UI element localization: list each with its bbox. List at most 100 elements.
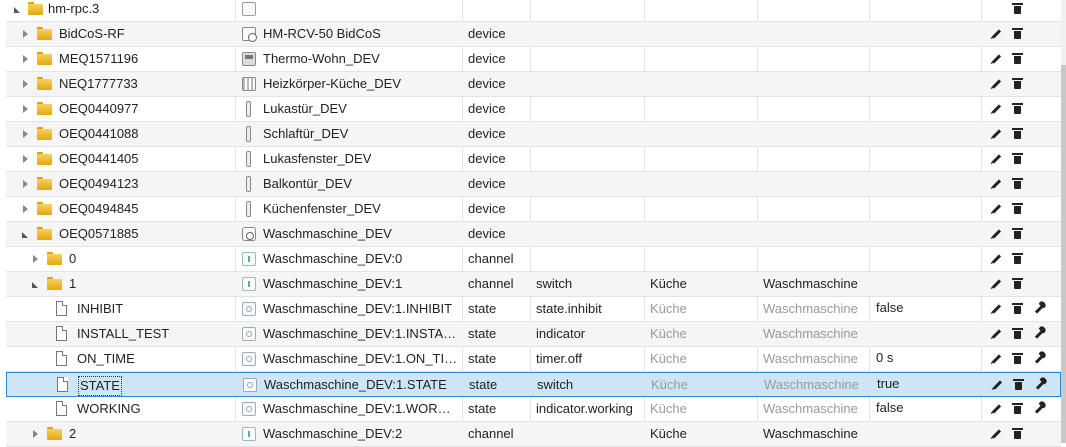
name-cell: HM-RCV-50 BidCoS xyxy=(235,22,461,46)
delete-button[interactable] xyxy=(1007,297,1027,321)
delete-button[interactable] xyxy=(1007,247,1027,271)
edit-button[interactable] xyxy=(986,97,1006,121)
tree-row[interactable]: INHIBIT Waschmaschine_DEV:1.INHIBIT state s… xyxy=(6,297,1061,322)
edit-button[interactable] xyxy=(986,247,1006,271)
expand-toggle-icon[interactable] xyxy=(23,130,28,138)
edit-button[interactable] xyxy=(986,22,1006,46)
tree-row[interactable]: STATE Waschmaschine_DEV:1.STATE state switc… xyxy=(6,372,1061,397)
edit-button[interactable] xyxy=(986,322,1006,346)
value-cell[interactable] xyxy=(870,197,986,221)
actions-cell xyxy=(981,222,1061,246)
id-cell: INSTALL_TEST xyxy=(6,322,234,346)
tree-row[interactable]: NEQ1777733 Heizkörper-Küche_DEV device xyxy=(6,72,1061,97)
delete-button[interactable] xyxy=(1007,47,1027,71)
expand-toggle-icon[interactable] xyxy=(23,180,28,188)
scrollbar-thumb[interactable] xyxy=(1061,65,1066,443)
row-id-label: OEQ0441405 xyxy=(59,151,139,166)
edit-button[interactable] xyxy=(986,172,1006,196)
edit-button[interactable] xyxy=(986,147,1006,171)
value-cell[interactable] xyxy=(870,72,986,96)
tree-row[interactable]: OEQ0440977 Lukastür_DEV device xyxy=(6,97,1061,122)
value-cell[interactable]: false xyxy=(870,397,986,421)
value-cell[interactable] xyxy=(870,247,986,271)
edit-button[interactable] xyxy=(986,47,1006,71)
delete-button[interactable] xyxy=(1007,22,1027,46)
edit-button[interactable] xyxy=(986,422,1006,446)
folder-icon xyxy=(28,2,43,15)
delete-button[interactable] xyxy=(1007,272,1027,296)
tree-row[interactable]: 2 Waschmaschine_DEV:2 channel Küche Waschmas… xyxy=(6,422,1061,447)
delete-button[interactable] xyxy=(1007,122,1027,146)
value-cell[interactable] xyxy=(870,22,986,46)
tree-row[interactable]: OEQ0494123 Balkontür_DEV device xyxy=(6,172,1061,197)
name-cell: Waschmaschine_DEV:1 xyxy=(235,272,461,296)
type-cell: device xyxy=(468,51,506,66)
edit-button[interactable] xyxy=(986,297,1006,321)
delete-button[interactable] xyxy=(1007,147,1027,171)
delete-button[interactable] xyxy=(1007,0,1027,21)
tree-row[interactable]: INSTALL_TEST Waschmaschine_DEV:1.INSTALL_… xyxy=(6,322,1061,347)
value-cell[interactable]: true xyxy=(871,373,987,397)
collapse-toggle-icon[interactable] xyxy=(32,282,38,288)
edit-button[interactable] xyxy=(986,397,1006,421)
edit-button[interactable] xyxy=(986,222,1006,246)
settings-button[interactable] xyxy=(1029,397,1049,421)
tree-row[interactable]: BidCoS-RF HM-RCV-50 BidCoS device xyxy=(6,22,1061,47)
settings-button[interactable] xyxy=(1029,322,1049,346)
value-cell[interactable] xyxy=(870,422,986,446)
expand-toggle-icon[interactable] xyxy=(23,105,28,113)
tree-row[interactable]: ON_TIME Waschmaschine_DEV:1.ON_TIME state t… xyxy=(6,347,1061,372)
tree-row[interactable]: 1 Waschmaschine_DEV:1 channel switch Küche Wa… xyxy=(6,272,1061,297)
room-cell xyxy=(644,97,762,121)
value-cell[interactable] xyxy=(870,122,986,146)
value-cell[interactable] xyxy=(870,147,986,171)
tree-row-root[interactable]: hm-rpc.3 xyxy=(6,0,1061,22)
tree-row[interactable]: OEQ0441405 Lukasfenster_DEV device xyxy=(6,147,1061,172)
settings-button[interactable] xyxy=(1030,373,1050,397)
delete-button[interactable] xyxy=(1008,373,1028,397)
row-id-label: OEQ0441088 xyxy=(59,126,139,141)
edit-button[interactable] xyxy=(986,72,1006,96)
tree-row[interactable]: OEQ0571885 Waschmaschine_DEV device xyxy=(6,222,1061,247)
value-cell[interactable]: false xyxy=(870,297,986,321)
expand-toggle-icon[interactable] xyxy=(23,55,28,63)
tree-row[interactable]: OEQ0441088 Schlaftür_DEV device xyxy=(6,122,1061,147)
delete-button[interactable] xyxy=(1007,422,1027,446)
value-cell[interactable] xyxy=(870,272,986,296)
expand-toggle-icon[interactable] xyxy=(33,430,38,438)
expand-toggle-icon[interactable] xyxy=(33,255,38,263)
delete-button[interactable] xyxy=(1007,97,1027,121)
edit-button[interactable] xyxy=(987,373,1007,397)
delete-button[interactable] xyxy=(1007,222,1027,246)
settings-button[interactable] xyxy=(1029,347,1049,371)
value-cell[interactable] xyxy=(870,97,986,121)
value-cell[interactable] xyxy=(870,172,986,196)
delete-button[interactable] xyxy=(1007,197,1027,221)
expand-toggle-icon[interactable] xyxy=(23,30,28,38)
value-cell[interactable]: 0 s xyxy=(870,347,986,371)
expand-toggle-icon[interactable] xyxy=(23,155,28,163)
tree-row[interactable]: WORKING Waschmaschine_DEV:1.WORKING state i… xyxy=(6,397,1061,422)
settings-button[interactable] xyxy=(1029,297,1049,321)
delete-button[interactable] xyxy=(1007,172,1027,196)
expand-toggle-icon[interactable] xyxy=(14,7,20,13)
expand-toggle-icon[interactable] xyxy=(23,205,28,213)
tree-row[interactable]: 0 Waschmaschine_DEV:0 channel xyxy=(6,247,1061,272)
value-cell[interactable] xyxy=(870,222,986,246)
tree-row[interactable]: MEQ1571196 Thermo-Wohn_DEV device xyxy=(6,47,1061,72)
edit-button[interactable] xyxy=(986,272,1006,296)
tree-row[interactable]: OEQ0494845 Küchenfenster_DEV device xyxy=(6,197,1061,222)
value-cell[interactable] xyxy=(870,322,986,346)
edit-button[interactable] xyxy=(986,197,1006,221)
delete-button[interactable] xyxy=(1007,397,1027,421)
edit-button[interactable] xyxy=(986,347,1006,371)
delete-button[interactable] xyxy=(1007,72,1027,96)
actions-cell xyxy=(981,422,1061,446)
expand-toggle-icon[interactable] xyxy=(23,80,28,88)
collapse-toggle-icon[interactable] xyxy=(22,232,28,238)
vertical-scrollbar[interactable] xyxy=(1061,0,1066,443)
edit-button[interactable] xyxy=(986,122,1006,146)
delete-button[interactable] xyxy=(1007,322,1027,346)
value-cell[interactable] xyxy=(870,47,986,71)
delete-button[interactable] xyxy=(1007,347,1027,371)
